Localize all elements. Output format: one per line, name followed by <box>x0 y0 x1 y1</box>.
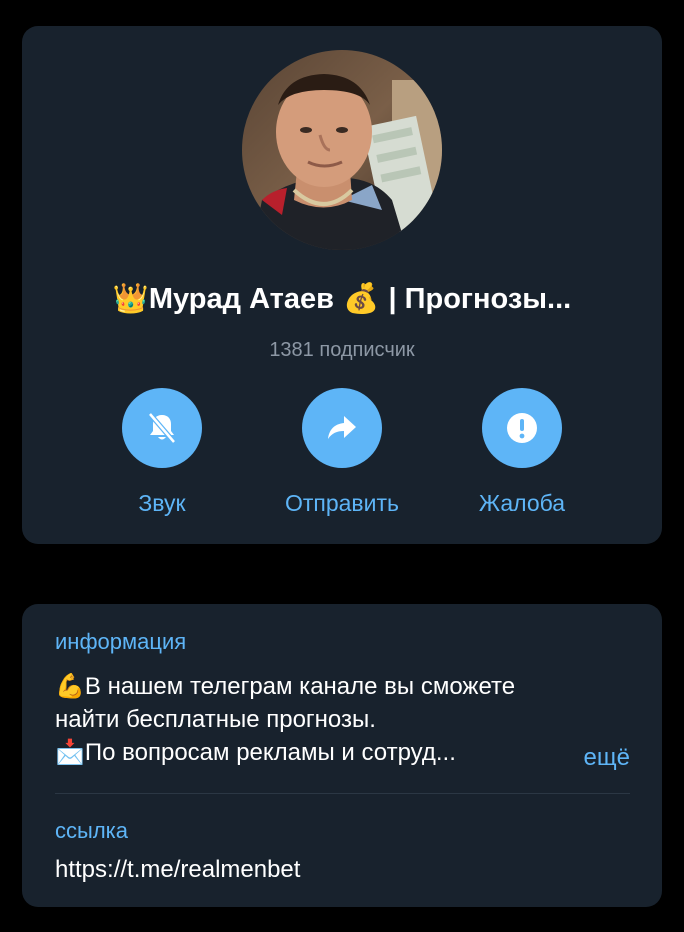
share-arrow-icon <box>328 416 356 439</box>
report-button[interactable]: Жалоба <box>437 388 607 517</box>
channel-info-card: информация 💪В нашем телеграм канале вы с… <box>22 604 662 907</box>
section-divider <box>55 793 630 794</box>
exclamation-icon <box>507 413 537 443</box>
show-more-link[interactable]: ещё <box>584 744 630 772</box>
share-button-circle[interactable] <box>302 388 382 468</box>
sound-button-circle[interactable] <box>122 388 202 468</box>
channel-link[interactable]: https://t.me/realmenbet <box>55 856 300 884</box>
description-line-3-text: По вопросам рекламы и сотруд... <box>84 739 456 766</box>
report-button-label: Жалоба <box>478 490 566 516</box>
avatar-photo <box>242 50 442 250</box>
description-line-1: 💪В нашем телеграм канале вы сможете <box>55 670 595 703</box>
channel-title-suffix: | Прогнозы... <box>388 283 572 315</box>
channel-title: 👑Мурад Атаев 💰 | Прогнозы... <box>22 281 662 316</box>
crown-emoji-icon: 👑 <box>112 281 149 315</box>
subscriber-count: 1381 подписчик <box>269 339 415 361</box>
share-button-label: Отправить <box>284 490 400 516</box>
sound-button[interactable]: Звук <box>77 388 247 517</box>
link-section-label: ссылка <box>55 818 128 843</box>
share-button[interactable]: Отправить <box>257 388 427 517</box>
channel-profile-card: 👑Мурад Атаев 💰 | Прогнозы... 1381 подпис… <box>22 26 662 544</box>
description-line-2-text: найти бесплатные прогнозы. <box>55 706 376 733</box>
bell-slash-icon <box>148 412 176 444</box>
channel-name: Мурад Атаев <box>148 283 334 315</box>
description-line-1-text: В нашем телеграм канале вы сможете <box>84 673 516 700</box>
envelope-arrow-emoji-icon: 📩 <box>55 738 85 766</box>
description-line-2: найти бесплатные прогнозы. <box>55 703 595 736</box>
sound-button-label: Звук <box>138 490 186 516</box>
money-bag-emoji-icon: 💰 <box>333 281 389 315</box>
flexed-biceps-emoji-icon: 💪 <box>55 672 85 700</box>
channel-avatar[interactable] <box>242 50 442 250</box>
info-section-label: информация <box>55 629 187 654</box>
report-button-circle[interactable] <box>482 388 562 468</box>
channel-description: 💪В нашем телеграм канале вы сможете найт… <box>55 670 595 769</box>
description-line-3: 📩По вопросам рекламы и сотруд... <box>55 736 595 769</box>
